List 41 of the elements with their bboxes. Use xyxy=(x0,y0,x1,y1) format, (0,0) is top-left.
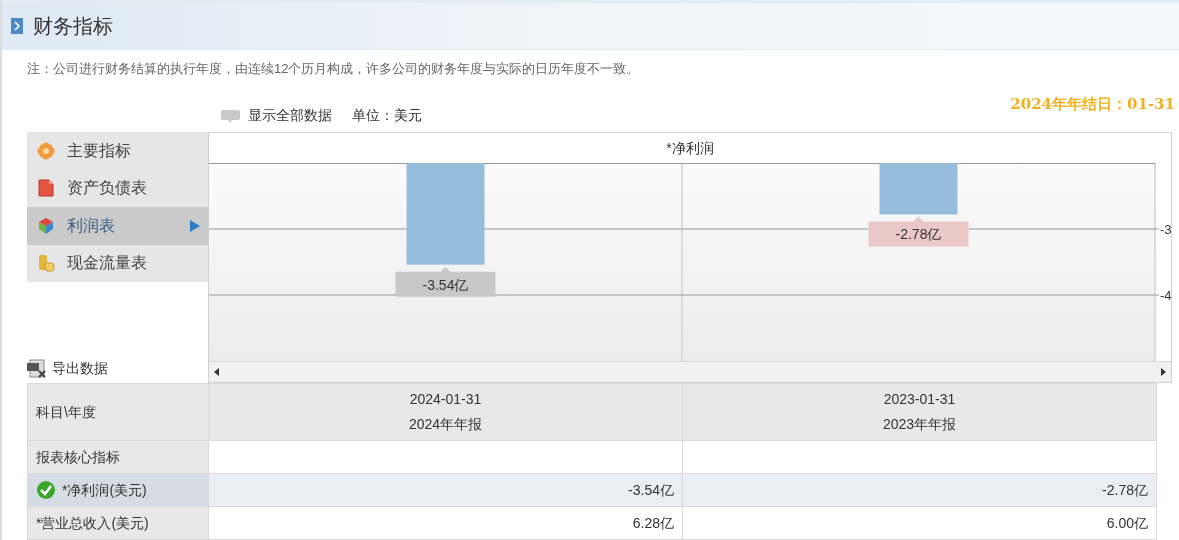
year-end-label: 2024年年结日：01-31 xyxy=(1010,94,1175,115)
table-cell: -3.54亿 xyxy=(208,473,683,507)
axis-tick-label: -3 xyxy=(1160,222,1172,237)
flower-icon xyxy=(37,141,55,160)
sidebar-tab[interactable]: 现金流量表 xyxy=(27,244,208,282)
chart-title: *净利润 xyxy=(665,139,715,158)
bar[interactable] xyxy=(406,163,485,265)
sidebar-tab[interactable]: 主要指标 xyxy=(27,132,208,170)
table-cell: -2.78亿 xyxy=(682,473,1157,507)
column-header: 2024-01-31 2024年年报 xyxy=(208,383,683,441)
sidebar-tab[interactable]: 利润表 xyxy=(27,207,208,245)
spreadsheet-icon xyxy=(27,358,46,378)
row-label-cell[interactable]: *净利润(美元) xyxy=(27,473,209,507)
unit-label: 单位：美元 xyxy=(352,106,422,125)
table-cell: 6.28亿 xyxy=(208,506,683,540)
value-label: -2.78亿 xyxy=(868,216,969,247)
axis-tick-label: -4 xyxy=(1160,288,1172,303)
sidebar-tab[interactable]: 资产负债表 xyxy=(27,169,208,207)
speech-bubble-icon xyxy=(221,108,240,123)
document-icon xyxy=(37,179,55,198)
scroll-right-icon xyxy=(1161,368,1166,376)
arrow-icon xyxy=(190,219,200,232)
table-cell: 6.00亿 xyxy=(682,506,1157,540)
data-label: -3.54亿 xyxy=(422,276,469,293)
show-all-button[interactable]: 显示全部数据 xyxy=(221,105,332,126)
cube-icon xyxy=(37,216,55,235)
scroll-left-icon xyxy=(214,368,219,376)
page-title: 财务指标 xyxy=(33,14,113,39)
note-text: 注：公司进行财务结算的执行年度，由连续12个历月构成，许多公司的财务年度与实际的日历年度不一致。 xyxy=(26,60,641,78)
column-header: 2023-01-31 2023年年报 xyxy=(682,383,1157,441)
scrollbar[interactable] xyxy=(209,361,1171,382)
value-label: -3.54亿 xyxy=(395,266,496,297)
bar[interactable] xyxy=(879,163,958,215)
data-label: -2.78亿 xyxy=(895,226,942,243)
row-label-cell[interactable]: *营业总收入(美元) xyxy=(27,506,209,540)
column-header: 科目\年度 xyxy=(27,383,209,441)
chevron-icon xyxy=(11,18,23,34)
check-icon xyxy=(36,480,56,500)
export-button[interactable]: 导出数据 xyxy=(27,355,208,381)
coins-icon xyxy=(37,254,55,273)
section-cell: 报表核心指标 xyxy=(27,440,209,474)
